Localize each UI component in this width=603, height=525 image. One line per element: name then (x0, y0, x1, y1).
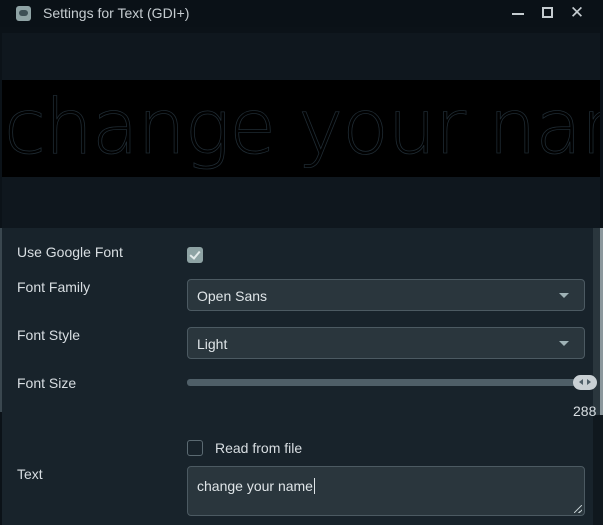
font-style-label: Font Style (17, 327, 81, 343)
font-style-select[interactable]: Light (187, 327, 585, 359)
chevron-down-icon (559, 293, 569, 298)
text-input-value: change your name (197, 478, 313, 494)
font-family-value: Open Sans (197, 288, 268, 304)
font-family-select[interactable]: Open Sans (187, 279, 585, 311)
read-from-file-checkbox[interactable] (187, 440, 203, 456)
title-bar: Settings for Text (GDI+) ✕ (0, 0, 603, 27)
source-preview: change your name (2, 33, 600, 228)
font-style-value: Light (197, 336, 228, 352)
maximize-button[interactable] (537, 3, 559, 23)
font-family-label: Font Family (17, 279, 91, 295)
window-edge (593, 415, 603, 525)
app-icon (16, 6, 31, 21)
chevron-down-icon (559, 341, 569, 346)
preview-text: change your name (4, 82, 600, 172)
use-google-font-checkbox[interactable] (187, 247, 203, 263)
slider-handle[interactable] (573, 375, 597, 390)
panel-edge (0, 228, 2, 412)
window-title: Settings for Text (GDI+) (43, 5, 190, 21)
text-input[interactable]: change your name (187, 466, 585, 516)
font-size-value: 288 (573, 403, 597, 419)
font-size-label: Font Size (17, 375, 77, 391)
read-from-file-label[interactable]: Read from file (215, 440, 302, 456)
use-google-font-label: Use Google Font (17, 244, 123, 260)
text-label: Text (17, 466, 43, 482)
font-size-slider[interactable] (187, 379, 590, 386)
close-button[interactable]: ✕ (566, 3, 588, 23)
minimize-button[interactable] (507, 3, 529, 23)
resize-grip-icon[interactable] (574, 505, 582, 513)
preview-text-band: change your name (2, 80, 600, 177)
